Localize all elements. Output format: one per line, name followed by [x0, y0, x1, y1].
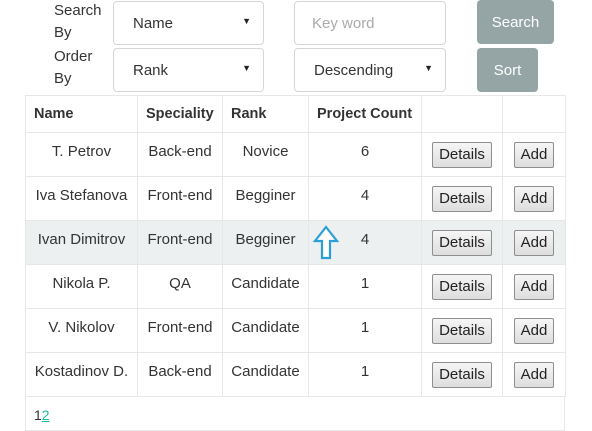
keyword-placeholder: Key word [312, 14, 375, 32]
column-header-name[interactable]: Name [25, 95, 138, 133]
search-by-value: Name [133, 14, 174, 32]
cell-speciality: Front-end [137, 220, 223, 265]
details-button[interactable]: Details [432, 186, 492, 212]
cell-rank: Begginer [222, 176, 309, 221]
cell-name: Kostadinov D. [25, 352, 138, 397]
table-row: V. Nikolov Front-end Candidate 1 Details… [25, 308, 566, 353]
add-button[interactable]: Add [513, 274, 555, 300]
order-direction-select[interactable]: Descending ▼ [294, 48, 446, 92]
chevron-down-icon: ▼ [242, 63, 251, 73]
add-button[interactable]: Add [513, 362, 555, 388]
cell-rank: Candidate [222, 308, 309, 353]
table-row: T. Petrov Back-end Novice 6 Details Add [25, 132, 566, 177]
cell-name: V. Nikolov [25, 308, 138, 353]
table-row: Iva Stefanova Front-end Begginer 4 Detai… [25, 176, 566, 221]
column-header-details [421, 95, 503, 133]
cell-name: Iva Stefanova [25, 176, 138, 221]
cell-speciality: Back-end [137, 352, 223, 397]
cell-rank: Candidate [222, 352, 309, 397]
table-row: Nikola P. QA Candidate 1 Details Add [25, 264, 566, 309]
sort-button[interactable]: Sort [477, 48, 538, 92]
add-button[interactable]: Add [513, 186, 555, 212]
cell-name: T. Petrov [25, 132, 138, 177]
column-header-add [502, 95, 566, 133]
search-by-label: Search By [54, 2, 102, 41]
table-row: Ivan Dimitrov Front-end Begginer 4 Detai… [25, 220, 566, 265]
details-button[interactable]: Details [432, 142, 492, 168]
column-header-rank[interactable]: Rank [222, 95, 309, 133]
cell-speciality: Front-end [137, 176, 223, 221]
keyword-input[interactable]: Key word [294, 1, 446, 45]
add-button[interactable]: Add [513, 142, 555, 168]
cell-speciality: Back-end [137, 132, 223, 177]
cell-rank: Candidate [222, 264, 309, 309]
cell-project-count: 1 [308, 352, 422, 397]
cell-name: Ivan Dimitrov [25, 220, 138, 265]
cell-project-count: 1 [308, 308, 422, 353]
cell-name: Nikola P. [25, 264, 138, 309]
table-row: Kostadinov D. Back-end Candidate 1 Detai… [25, 352, 566, 397]
chevron-down-icon: ▼ [242, 16, 251, 26]
pagination: 12 [25, 396, 565, 431]
column-header-speciality[interactable]: Speciality [137, 95, 223, 133]
developers-table: Name Speciality Rank Project Count T. Pe… [25, 95, 566, 397]
order-by-value: Rank [133, 61, 169, 79]
page-1-current: 1 [34, 407, 42, 423]
cell-project-count: 4 [308, 176, 422, 221]
search-button[interactable]: Search [477, 0, 554, 44]
order-by-select[interactable]: Rank ▼ [113, 48, 264, 92]
chevron-down-icon: ▼ [424, 63, 433, 73]
details-button[interactable]: Details [432, 362, 492, 388]
details-button[interactable]: Details [432, 274, 492, 300]
details-button[interactable]: Details [432, 318, 492, 344]
add-button[interactable]: Add [513, 318, 555, 344]
add-button[interactable]: Add [513, 230, 555, 256]
search-by-select[interactable]: Name ▼ [113, 1, 264, 45]
table-header-row: Name Speciality Rank Project Count [25, 95, 566, 133]
order-direction-value: Descending [314, 61, 394, 79]
cell-speciality: Front-end [137, 308, 223, 353]
cell-speciality: QA [137, 264, 223, 309]
order-by-label: Order By [54, 48, 93, 87]
arrow-cursor-icon [313, 225, 339, 260]
column-header-project-count[interactable]: Project Count [308, 95, 422, 133]
cell-project-count: 1 [308, 264, 422, 309]
details-button[interactable]: Details [432, 230, 492, 256]
cell-rank: Novice [222, 132, 309, 177]
page-2-link[interactable]: 2 [42, 407, 50, 423]
cell-rank: Begginer [222, 220, 309, 265]
cell-project-count: 6 [308, 132, 422, 177]
